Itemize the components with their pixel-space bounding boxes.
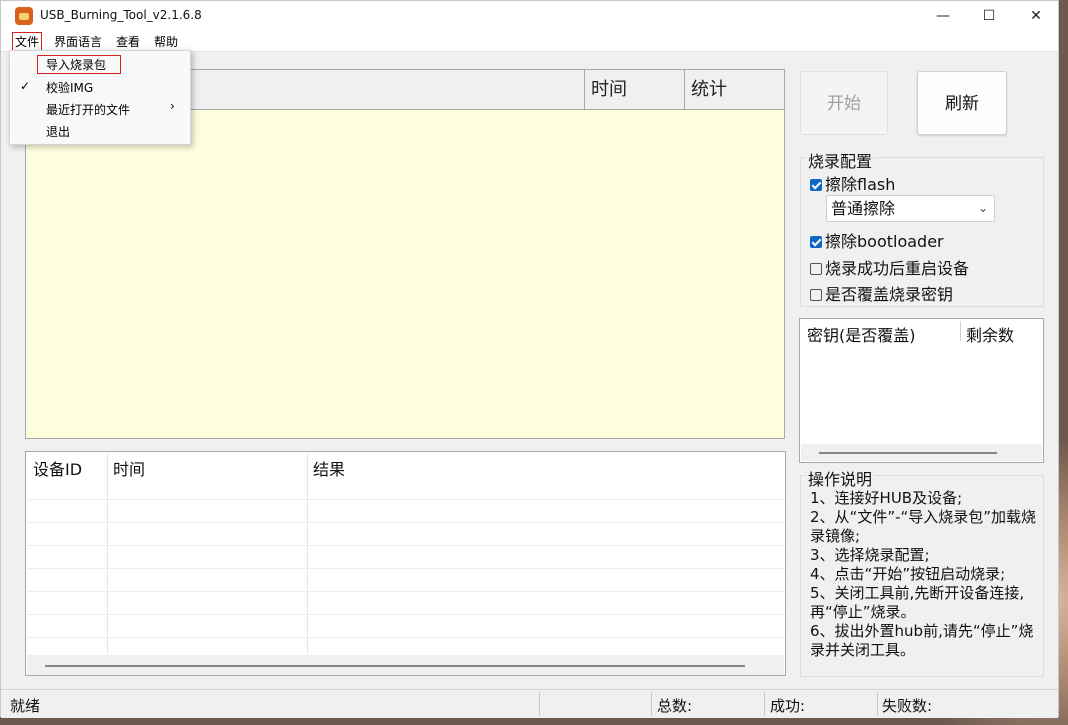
- instructions-title: 操作说明: [806, 466, 875, 490]
- erase-flash-checkbox[interactable]: [810, 178, 822, 191]
- overwrite-key-option[interactable]: 是否覆盖烧录密钥: [810, 281, 953, 305]
- start-button[interactable]: 开始: [800, 71, 888, 135]
- scrollbar-thumb[interactable]: [45, 665, 745, 667]
- instruction-line: 5、关闭工具前,先断开设备连接,再“停止”烧录。: [810, 584, 1025, 621]
- checkmark-icon: ✓: [20, 79, 31, 93]
- instruction-line: 2、从“文件”-“导入烧录包”加载烧录镜像;: [810, 508, 1037, 545]
- column-header-stats[interactable]: 统计: [684, 70, 784, 110]
- burn-config-title: 烧录配置: [806, 148, 875, 172]
- instructions-text: 1、连接好HUB及设备; 2、从“文件”-“导入烧录包”加载烧录镜像; 3、选择…: [810, 489, 1040, 660]
- file-menu-dropdown: 导入烧录包 ✓ 校验IMG 最近打开的文件 › 退出: [9, 50, 191, 145]
- menu-item-recent-files[interactable]: 最近打开的文件: [46, 101, 130, 118]
- menu-item-import-package[interactable]: 导入烧录包: [37, 55, 121, 74]
- row-divider: [27, 545, 785, 546]
- status-text: 就绪: [10, 697, 41, 715]
- erase-flash-label: 擦除flash: [825, 175, 896, 194]
- erase-flash-option[interactable]: 擦除flash: [810, 171, 895, 195]
- refresh-button[interactable]: 刷新: [917, 71, 1007, 135]
- horizontal-scrollbar[interactable]: [27, 655, 784, 675]
- menu-view[interactable]: 查看: [114, 33, 142, 50]
- overwrite-key-checkbox[interactable]: [810, 288, 822, 301]
- menu-file[interactable]: 文件: [12, 32, 43, 51]
- status-failed: 失败数:: [882, 697, 933, 715]
- menu-bar: 文件 界面语言 查看 帮助: [1, 31, 1058, 52]
- status-success: 成功:: [770, 697, 806, 715]
- menu-help[interactable]: 帮助: [152, 33, 180, 50]
- column-header-remaining[interactable]: 剩余数: [966, 322, 1014, 346]
- maximize-button[interactable]: ☐: [966, 1, 1012, 31]
- status-divider: [877, 692, 878, 716]
- column-divider: [307, 454, 308, 654]
- overwrite-key-label: 是否覆盖烧录密钥: [825, 285, 954, 304]
- column-divider: [960, 321, 961, 341]
- horizontal-scrollbar[interactable]: [801, 444, 1042, 461]
- row-divider: [27, 637, 785, 638]
- column-divider: [107, 454, 108, 654]
- menu-ui-language[interactable]: 界面语言: [52, 33, 104, 50]
- erase-bootloader-option[interactable]: 擦除bootloader: [810, 228, 944, 252]
- device-result-table[interactable]: 设备ID 时间 结果: [25, 451, 786, 676]
- key-table[interactable]: 密钥(是否覆盖) 剩余数: [799, 318, 1044, 463]
- title-bar: USB_Burning_Tool_v2.1.6.8 — ☐ ✕: [1, 1, 1058, 31]
- erase-bootloader-label: 擦除bootloader: [825, 232, 944, 251]
- status-bar: 就绪 总数: 成功: 失败数:: [1, 689, 1058, 718]
- instruction-line: 4、点击“开始”按钮启动烧录;: [810, 565, 1006, 583]
- app-logo-icon: [15, 7, 33, 25]
- row-divider: [27, 522, 785, 523]
- column-header-time[interactable]: 时间: [584, 70, 684, 110]
- status-total: 总数:: [657, 697, 693, 715]
- instruction-line: 6、拔出外置hub前,请先“停止”烧录并关闭工具。: [810, 622, 1034, 659]
- column-header-result[interactable]: 结果: [313, 456, 345, 480]
- minimize-button[interactable]: —: [920, 1, 966, 31]
- erase-mode-value: 普通擦除: [831, 199, 896, 218]
- reboot-after-label: 烧录成功后重启设备: [825, 259, 970, 278]
- row-divider: [27, 614, 785, 615]
- row-divider: [27, 591, 785, 592]
- chevron-right-icon: ›: [170, 99, 175, 113]
- row-divider: [27, 568, 785, 569]
- scrollbar-thumb[interactable]: [819, 452, 997, 454]
- menu-item-verify-img[interactable]: 校验IMG: [46, 79, 93, 96]
- column-header-time[interactable]: 时间: [113, 456, 145, 480]
- status-divider: [764, 692, 765, 716]
- close-button[interactable]: ✕: [1013, 1, 1059, 31]
- reboot-after-checkbox[interactable]: [810, 262, 822, 275]
- row-divider: [27, 499, 785, 500]
- instruction-line: 3、选择烧录配置;: [810, 546, 930, 564]
- column-header-device-id[interactable]: 设备ID: [33, 456, 82, 480]
- menu-item-exit[interactable]: 退出: [46, 123, 70, 140]
- column-header-key[interactable]: 密钥(是否覆盖): [807, 322, 916, 346]
- instruction-line: 1、连接好HUB及设备;: [810, 489, 963, 507]
- window-title: USB_Burning_Tool_v2.1.6.8: [40, 8, 202, 22]
- reboot-after-option[interactable]: 烧录成功后重启设备: [810, 255, 969, 279]
- erase-bootloader-checkbox[interactable]: [810, 235, 822, 248]
- status-divider: [651, 692, 652, 716]
- chevron-down-icon: ⌄: [977, 201, 988, 215]
- status-divider: [539, 692, 540, 716]
- erase-mode-select[interactable]: 普通擦除 ⌄: [826, 195, 995, 222]
